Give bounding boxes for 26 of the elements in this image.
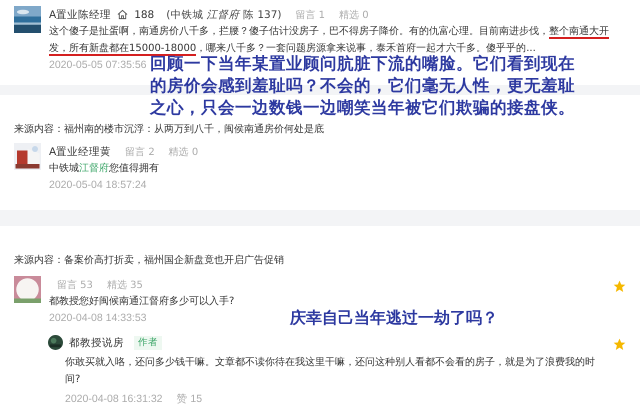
- reply-date: 2020-04-08 16:31:32: [65, 392, 162, 405]
- source-title[interactable]: 来源内容：福州南的楼市沉浮：从两万到八千，闽侯南通房价何处是底: [14, 123, 324, 137]
- comment-stat: 精选 0: [168, 146, 198, 158]
- comment-text: 这个傻子是扯蛋啊，南通房价八千多，拦腰？傻子估计没房子，巴不得房子降价。有的仇富心理。目前南进步伐，整个南通大开发，所有新盘都在15000-18000，哪来八千多？一套问题房源拿来说事，泰禾首府一起才六千多。傻乎乎的...: [49, 24, 610, 56]
- user-name[interactable]: A置业陈经理: [49, 8, 112, 22]
- comment-stat: 精选 35: [106, 278, 143, 292]
- comment-text: 都教授您好闽候南通江督府多少可以入手?: [49, 294, 236, 309]
- comment-date: 2020-05-04 18:57:24: [49, 178, 146, 193]
- comment-date: 2020-05-05 07:35:56: [49, 58, 146, 73]
- author-badge: 作者: [134, 336, 162, 350]
- star-icon[interactable]: [613, 338, 626, 351]
- source-title[interactable]: 来源内容：备案价高打折卖，福州国企新盘竟也开启广告促销: [14, 254, 284, 268]
- comment-date: 2020-04-08 14:33:53: [49, 311, 146, 326]
- user-affiliation: (中铁城 江督府 陈 137): [166, 8, 282, 22]
- reply-text: 你敢买就入咯，还问多少钱干嘛。文章都不读你待在我这里干嘛，还问这种别人看都不会看的房子，就是为了浪费我的时间?: [65, 356, 596, 387]
- comment-stat: 留言 1: [296, 8, 326, 22]
- comment-text: 中铁城江督府您值得拥有: [49, 162, 160, 176]
- comment-stat: 留言 53: [57, 278, 93, 292]
- comment-stat: 精选 0: [339, 8, 369, 22]
- comment-stat: 留言 2: [125, 146, 155, 158]
- user-name[interactable]: A置业经理黄: [49, 144, 112, 158]
- annotation-text: 回顾一下当年某置业顾问肮脏下流的嘴脸。它们看到现在的房价会感到羞耻吗？不会的，它们毫无人性，更无羞耻之心，只会一边数钱一边嘲笑当年被它们欺骗的接盘侠。: [150, 53, 576, 119]
- user-name[interactable]: 都教授说房: [69, 336, 124, 350]
- annotation-text: 庆幸自己当年逃过一劫了吗？: [290, 308, 498, 328]
- phone-number: 188: [134, 8, 154, 20]
- star-icon[interactable]: [613, 280, 626, 293]
